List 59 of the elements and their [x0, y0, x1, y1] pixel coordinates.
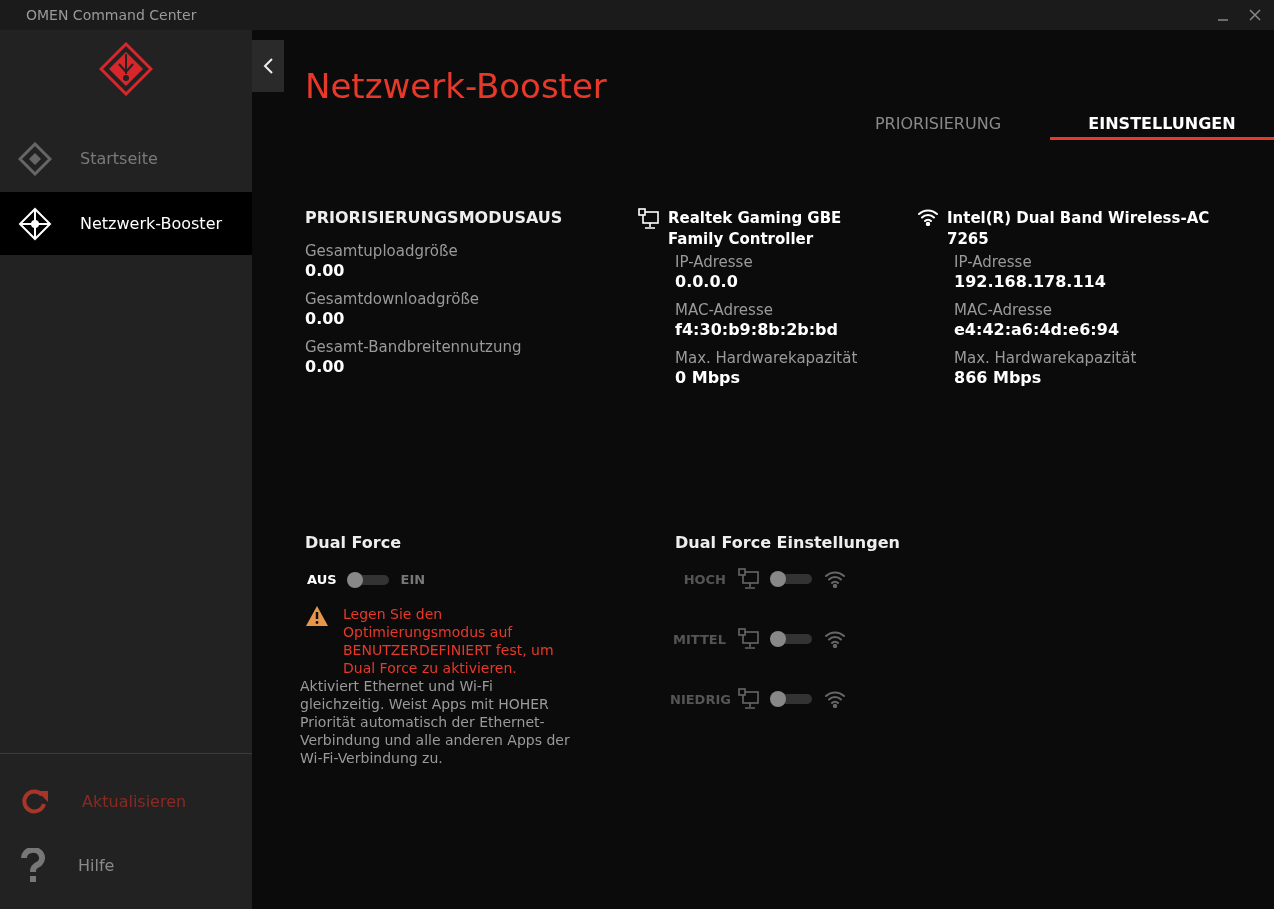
adapter-name: Intel(R) Dual Band Wireless-AC 7265	[947, 208, 1211, 250]
toggle-label: EIN	[400, 572, 426, 587]
field-value: 0.0.0.0	[675, 272, 739, 292]
diamond-icon	[18, 141, 52, 176]
field-label: IP-Adresse	[675, 252, 754, 272]
collapse-button[interactable]	[252, 40, 284, 92]
stat-value: 0.00	[305, 261, 346, 281]
question-mark-icon	[20, 848, 46, 882]
close-button[interactable]	[1248, 8, 1262, 22]
field-label: MAC-Adresse	[954, 300, 1053, 320]
monitor-icon	[738, 628, 760, 650]
field-label: Max. Hardwarekapazität	[675, 348, 859, 368]
sidebar-item[interactable]: Hilfe	[0, 833, 252, 897]
chevron-left-icon	[262, 57, 274, 75]
toggle-label: AUS	[307, 572, 337, 587]
section-heading: PRIORISIERUNGSMODUSAUS	[305, 208, 564, 227]
page-title: Netzwerk-Booster	[305, 66, 608, 106]
monitor-icon	[638, 208, 660, 230]
toggle-switch[interactable]	[772, 634, 812, 644]
priority-label: HOCH	[682, 571, 726, 587]
field-value: e4:42:a6:4d:e6:94	[954, 320, 1120, 340]
wifi-icon	[824, 570, 846, 588]
wifi-icon	[917, 208, 939, 226]
logo-icon	[99, 42, 153, 96]
monitor-icon	[738, 568, 760, 590]
field-label: Max. Hardwarekapazität	[954, 348, 1138, 368]
field-value: 0 Mbps	[675, 368, 742, 388]
wifi-icon	[824, 630, 846, 648]
sidebar-item[interactable]: Netzwerk-Booster	[0, 192, 252, 255]
field-value: 866 Mbps	[954, 368, 1043, 388]
toggle-switch[interactable]	[348, 574, 389, 585]
tab[interactable]: PRIORISIERUNG	[826, 110, 1050, 140]
stat-label: Gesamtdownloadgröße	[305, 289, 481, 309]
stat-value: 0.00	[305, 357, 346, 377]
wifi-icon	[824, 690, 846, 708]
tab[interactable]: EINSTELLUNGEN	[1050, 110, 1274, 140]
network-node-icon	[18, 206, 52, 241]
field-label: IP-Adresse	[954, 252, 1033, 272]
refresh-icon	[20, 787, 50, 815]
section-heading: Dual Force Einstellungen	[675, 533, 900, 552]
stat-value: 0.00	[305, 309, 346, 329]
warning-icon	[305, 605, 329, 627]
toggle-switch[interactable]	[772, 574, 812, 584]
adapter-name: Realtek Gaming GBE Family Controller	[668, 208, 843, 250]
field-value: 192.168.178.114	[954, 272, 1107, 292]
minimize-icon	[1218, 19, 1228, 21]
close-icon	[1248, 8, 1262, 22]
priority-label: MITTEL	[672, 631, 726, 647]
description-text: Aktiviert Ethernet und Wi-Fi gleichzeitig. Weist Apps mit HOHER Priorität automatisch der Ethernet-Verbindung und alle anderen Apps der Wi-Fi-Verbindung zu.	[300, 677, 571, 767]
field-value: f4:30:b9:8b:2b:bd	[675, 320, 839, 340]
stat-label: Gesamt-Bandbreitennutzung	[305, 337, 523, 357]
warning-text: Legen Sie den Optimierungsmodus auf BENUTZERDEFINIERT fest, um Dual Force zu aktivieren.	[343, 605, 555, 677]
section-heading: Dual Force	[305, 533, 403, 552]
field-label: MAC-Adresse	[675, 300, 774, 320]
window-title: OMEN Command Center	[26, 7, 198, 23]
toggle-switch[interactable]	[772, 694, 812, 704]
stat-label: Gesamtuploadgröße	[305, 241, 459, 261]
monitor-icon	[738, 688, 760, 710]
sidebar-item[interactable]: Startseite	[0, 127, 252, 190]
